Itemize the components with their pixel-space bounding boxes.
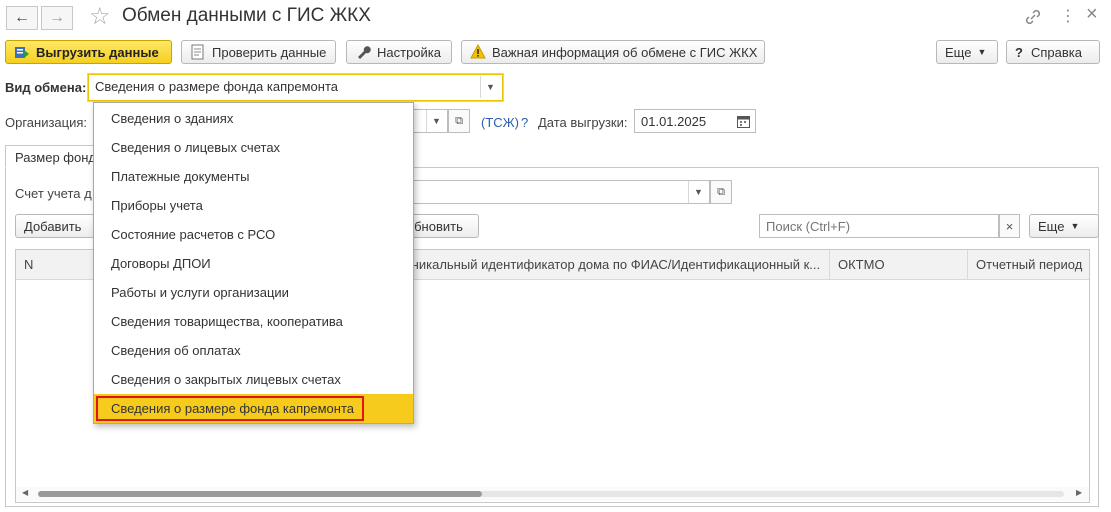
search-clear-button[interactable]: × bbox=[999, 214, 1020, 238]
dropdown-item[interactable]: Работы и услуги организации bbox=[94, 278, 413, 307]
exchange-type-select[interactable]: Сведения о размере фонда капремонта bbox=[88, 74, 503, 101]
forward-button[interactable]: → bbox=[41, 6, 73, 30]
organization-open-button[interactable]: ⧉ bbox=[448, 109, 470, 133]
open-form-icon: ⧉ bbox=[455, 114, 463, 127]
check-data-button[interactable]: Проверить данные bbox=[181, 40, 336, 64]
chevron-down-icon: ▼ bbox=[977, 47, 987, 57]
add-label: Добавить bbox=[24, 218, 82, 234]
column-header-period[interactable]: Отчетный период bbox=[968, 250, 1089, 280]
calendar-icon[interactable] bbox=[734, 112, 752, 130]
help-button[interactable]: ? Справка bbox=[1006, 40, 1100, 64]
favorite-star-icon[interactable]: ☆ bbox=[89, 2, 111, 31]
upload-data-label: Выгрузить данные bbox=[36, 44, 159, 60]
dropdown-item[interactable]: Сведения о закрытых лицевых счетах bbox=[94, 365, 413, 394]
scroll-left-icon[interactable]: ◀ bbox=[22, 488, 28, 497]
close-icon[interactable]: × bbox=[1086, 3, 1098, 26]
important-info-button[interactable]: Важная информация об обмене с ГИС ЖКХ bbox=[461, 40, 765, 64]
more-icon[interactable]: ⋮ bbox=[1060, 6, 1076, 26]
settings-button[interactable]: Настройка bbox=[346, 40, 452, 64]
tab-fund-size-label: Размер фонда bbox=[15, 150, 104, 165]
upload-date-label: Дата выгрузки: bbox=[538, 115, 628, 130]
link-icon[interactable] bbox=[1024, 8, 1042, 26]
document-check-icon bbox=[190, 44, 206, 60]
organization-link[interactable]: (ТСЖ) bbox=[481, 115, 519, 130]
dropdown-item-selected-label: Сведения о размере фонда капремонта bbox=[111, 401, 354, 416]
dropdown-item[interactable]: Платежные документы bbox=[94, 162, 413, 191]
scrollbar-thumb[interactable] bbox=[38, 491, 482, 497]
add-button[interactable]: Добавить bbox=[15, 214, 95, 238]
more-button[interactable]: Еще ▼ bbox=[936, 40, 998, 64]
dropdown-item[interactable]: Сведения об оплатах bbox=[94, 336, 413, 365]
organization-help-icon[interactable]: ? bbox=[521, 115, 528, 130]
exchange-type-label: Вид обмена: bbox=[5, 80, 87, 95]
chevron-down-icon: ▼ bbox=[1070, 221, 1080, 231]
close-icon: × bbox=[1005, 218, 1014, 234]
important-info-label: Важная информация об обмене с ГИС ЖКХ bbox=[492, 44, 758, 60]
search-input[interactable] bbox=[759, 214, 999, 238]
column-header-fias-id[interactable]: Уникальный идентификатор дома по ФИАС/Ид… bbox=[396, 250, 830, 280]
help-label: Справка bbox=[1030, 44, 1082, 60]
column-header-oktmo[interactable]: ОКТМО bbox=[830, 250, 968, 280]
page-title: Обмен данными с ГИС ЖКХ bbox=[122, 5, 371, 26]
more-label: Еще bbox=[945, 44, 972, 60]
exchange-type-dropdown: Сведения о зданиях Сведения о лицевых сч… bbox=[93, 102, 414, 424]
upload-icon bbox=[14, 44, 30, 60]
help-icon: ? bbox=[1015, 44, 1023, 60]
dropdown-item-selected[interactable]: Сведения о размере фонда капремонта bbox=[94, 394, 413, 423]
arrow-right-icon: → bbox=[49, 9, 65, 26]
wrench-icon bbox=[355, 44, 371, 60]
arrow-left-icon: ← bbox=[14, 9, 30, 26]
scroll-right-icon[interactable]: ▶ bbox=[1076, 488, 1082, 497]
account-dropdown-arrow[interactable]: ▼ bbox=[688, 181, 708, 203]
account-open-button[interactable]: ⧉ bbox=[710, 180, 732, 204]
organization-dropdown-arrow[interactable]: ▼ bbox=[426, 110, 446, 132]
dropdown-item[interactable]: Состояние расчетов с РСО bbox=[94, 220, 413, 249]
dropdown-item[interactable]: Договоры ДПОИ bbox=[94, 249, 413, 278]
exchange-type-value: Сведения о размере фонда капремонта bbox=[95, 79, 338, 94]
settings-label: Настройка bbox=[377, 44, 441, 60]
warning-icon bbox=[470, 44, 486, 60]
exchange-type-dropdown-arrow[interactable]: ▼ bbox=[480, 76, 500, 98]
dropdown-item[interactable]: Сведения о лицевых счетах bbox=[94, 133, 413, 162]
table-more-button[interactable]: Еще ▼ bbox=[1029, 214, 1099, 238]
dropdown-item[interactable]: Сведения товарищества, кооператива bbox=[94, 307, 413, 336]
dropdown-item[interactable]: Приборы учета bbox=[94, 191, 413, 220]
back-button[interactable]: ← bbox=[6, 6, 38, 30]
table-more-label: Еще bbox=[1038, 218, 1065, 234]
organization-label: Организация: bbox=[5, 115, 88, 130]
dropdown-item[interactable]: Сведения о зданиях bbox=[94, 104, 413, 133]
upload-date-value: 01.01.2025 bbox=[641, 114, 707, 129]
account-label: Счет учета д bbox=[15, 186, 92, 201]
check-data-label: Проверить данные bbox=[212, 44, 327, 60]
open-form-icon: ⧉ bbox=[717, 185, 725, 198]
upload-data-button[interactable]: Выгрузить данные bbox=[5, 40, 172, 64]
